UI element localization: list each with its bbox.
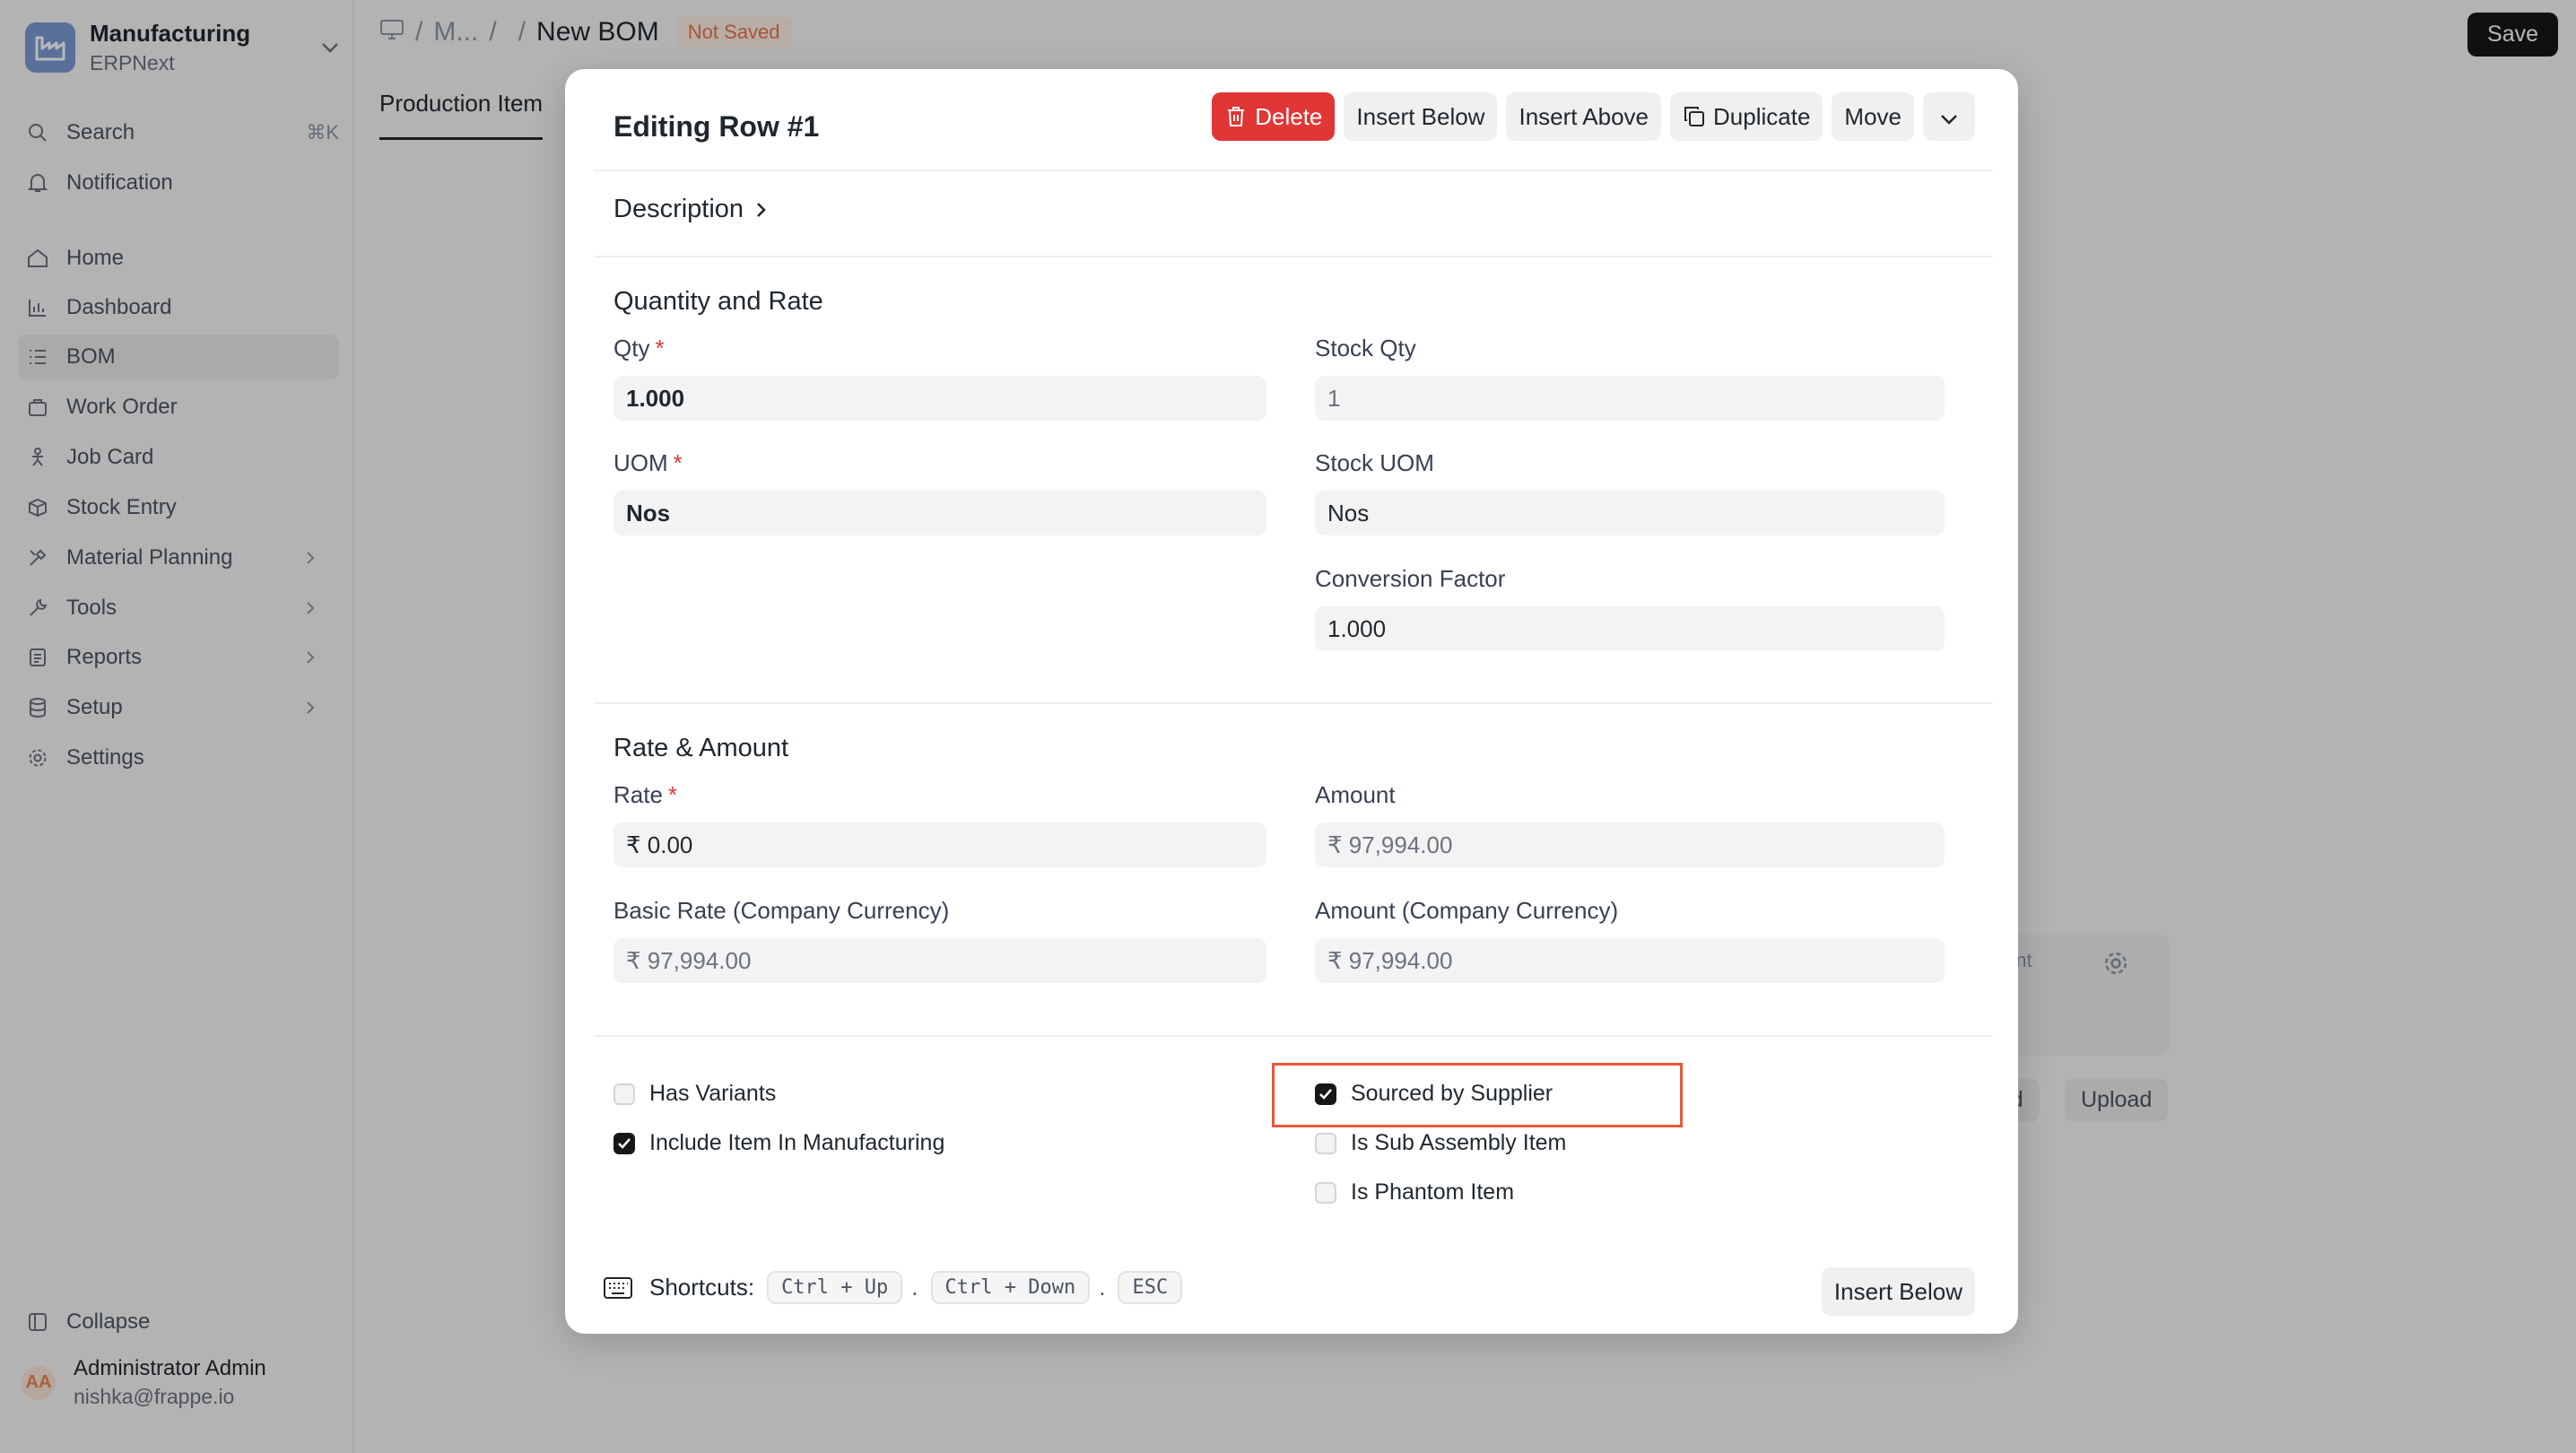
checkbox-label: Is Sub Assembly Item bbox=[1351, 1130, 1567, 1155]
stock-uom-field: Nos bbox=[1315, 491, 1945, 535]
checkbox-box bbox=[1315, 1132, 1336, 1154]
divider bbox=[594, 170, 1993, 171]
dialog-title: Editing Row #1 bbox=[614, 109, 820, 143]
checkbox-box bbox=[614, 1083, 635, 1105]
shortcut-separator: . bbox=[911, 1274, 918, 1301]
more-actions-button[interactable] bbox=[1923, 92, 1975, 141]
keyboard-icon bbox=[603, 1275, 633, 1301]
checkbox-label: Include Item In Manufacturing bbox=[649, 1130, 945, 1155]
insert-below-footer-button[interactable]: Insert Below bbox=[1821, 1267, 1975, 1316]
description-section-toggle[interactable]: Description bbox=[614, 195, 774, 224]
trash-icon bbox=[1224, 105, 1248, 128]
edit-row-dialog: Editing Row #1 Delete Insert Below Inser… bbox=[565, 69, 2018, 1334]
include-in-manufacturing-checkbox[interactable]: Include Item In Manufacturing bbox=[614, 1130, 944, 1156]
highlight-box bbox=[1272, 1063, 1683, 1127]
stock-qty-label: Stock Qty bbox=[1315, 335, 1416, 361]
shortcut-separator: . bbox=[1099, 1274, 1106, 1301]
move-button[interactable]: Move bbox=[1832, 92, 1914, 141]
rate-label: Rate * bbox=[614, 781, 678, 808]
section-quantity-and-rate: Quantity and Rate bbox=[614, 287, 823, 316]
stock-qty-field: 1 bbox=[1315, 376, 1945, 421]
shortcut-esc: ESC bbox=[1118, 1271, 1183, 1304]
shortcut-ctrl-up: Ctrl + Up bbox=[767, 1271, 903, 1304]
copy-icon bbox=[1683, 105, 1706, 128]
rate-input[interactable]: ₹ 0.00 bbox=[614, 822, 1266, 867]
checkbox-label: Has Variants bbox=[649, 1081, 777, 1106]
duplicate-label: Duplicate bbox=[1713, 102, 1811, 130]
amount-company-field: ₹ 97,994.00 bbox=[1315, 938, 1945, 983]
amount-label: Amount bbox=[1315, 781, 1396, 808]
dialog-actions: Delete Insert Below Insert Above Duplica… bbox=[1212, 92, 1975, 141]
chevron-down-icon bbox=[1940, 103, 1958, 131]
section-rate-and-amount: Rate & Amount bbox=[614, 734, 789, 762]
insert-above-button[interactable]: Insert Above bbox=[1506, 92, 1662, 141]
conversion-factor-label: Conversion Factor bbox=[1315, 565, 1506, 592]
divider bbox=[594, 1035, 1993, 1037]
shortcuts-label: Shortcuts: bbox=[649, 1274, 755, 1301]
amount-company-label: Amount (Company Currency) bbox=[1315, 897, 1619, 924]
delete-label: Delete bbox=[1255, 102, 1323, 130]
checkbox-label: Is Phantom Item bbox=[1351, 1179, 1515, 1205]
chevron-right-icon bbox=[756, 201, 774, 219]
phantom-item-checkbox[interactable]: Is Phantom Item bbox=[1315, 1179, 1514, 1205]
duplicate-button[interactable]: Duplicate bbox=[1670, 92, 1823, 141]
uom-label: UOM * bbox=[614, 449, 683, 476]
sub-assembly-checkbox[interactable]: Is Sub Assembly Item bbox=[1315, 1130, 1566, 1156]
conversion-factor-input[interactable]: 1.000 bbox=[1315, 606, 1945, 651]
basic-rate-label: Basic Rate (Company Currency) bbox=[614, 897, 950, 924]
uom-input[interactable]: Nos bbox=[614, 491, 1266, 535]
delete-button[interactable]: Delete bbox=[1212, 92, 1336, 141]
shortcuts-bar: Shortcuts: Ctrl + Up . Ctrl + Down . ESC bbox=[603, 1271, 1183, 1304]
checkbox-box bbox=[1315, 1181, 1336, 1204]
has-variants-checkbox[interactable]: Has Variants bbox=[614, 1081, 776, 1107]
qty-label: Qty * bbox=[614, 335, 665, 361]
amount-field: ₹ 97,994.00 bbox=[1315, 822, 1945, 867]
divider bbox=[594, 702, 1993, 704]
description-label: Description bbox=[614, 195, 744, 223]
basic-rate-field: ₹ 97,994.00 bbox=[614, 938, 1266, 983]
check-icon bbox=[614, 1132, 635, 1154]
divider bbox=[594, 256, 1993, 257]
shortcut-ctrl-down: Ctrl + Down bbox=[930, 1271, 1091, 1304]
qty-input[interactable]: 1.000 bbox=[614, 376, 1266, 421]
stock-uom-label: Stock UOM bbox=[1315, 449, 1434, 476]
insert-below-button[interactable]: Insert Below bbox=[1344, 92, 1498, 141]
